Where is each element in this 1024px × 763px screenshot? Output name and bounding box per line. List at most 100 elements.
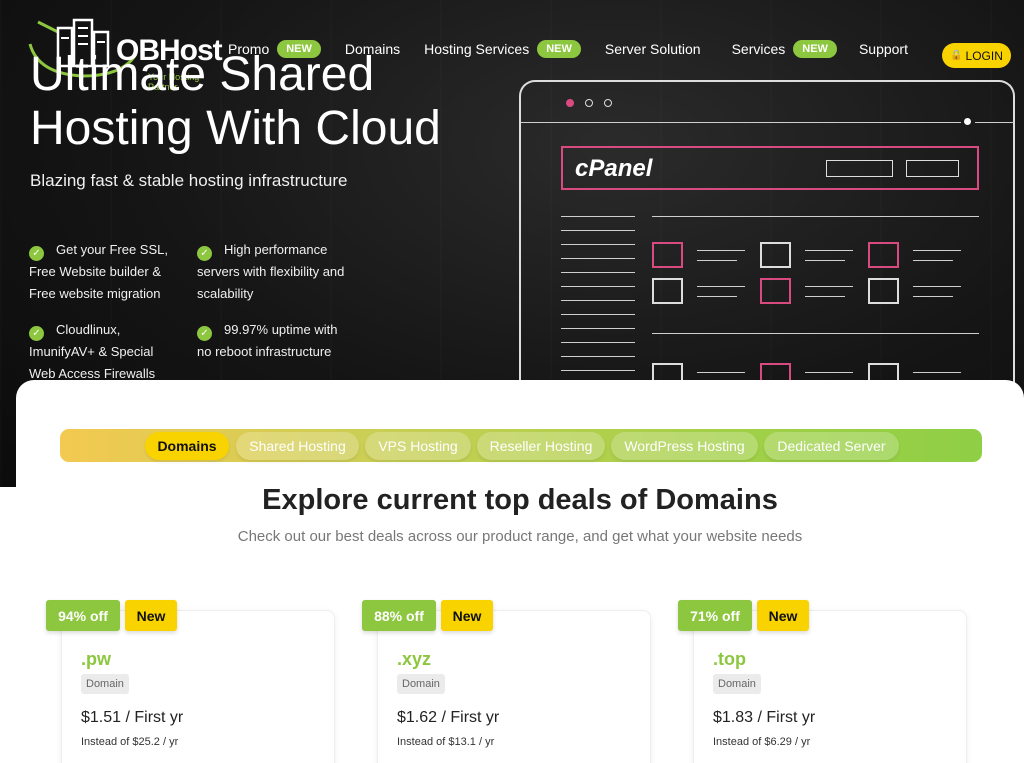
sidebar-line [561, 370, 635, 371]
original-price: Instead of $13.1 / yr [397, 736, 495, 748]
price: $1.62 / First yr [397, 709, 500, 726]
check-icon: ✓ [29, 246, 44, 261]
domain-tld: .pw [81, 649, 111, 669]
window-dot [964, 118, 971, 125]
tile-line [805, 372, 853, 373]
deals-section: Domains Shared Hosting VPS Hosting Resel… [16, 380, 1024, 763]
cpanel-header: cPanel [561, 146, 979, 190]
window-dot [566, 99, 574, 107]
check-icon: ✓ [197, 326, 212, 341]
sidebar-line [561, 314, 635, 315]
hero-title-line2: Hosting With Cloud [30, 102, 441, 155]
product-type-chip: Domain [397, 674, 445, 694]
tile-line [913, 250, 961, 251]
sidebar-line [561, 356, 635, 357]
panel-button [906, 160, 959, 177]
hero-subtitle: Blazing fast & stable hosting infrastruc… [30, 171, 348, 190]
divider [521, 122, 961, 123]
new-badge: New [757, 600, 809, 631]
new-badge: NEW [537, 40, 581, 58]
panel-button [826, 160, 893, 177]
panel-tile [652, 278, 683, 304]
hero-title-line1: Ultimate Shared [30, 48, 375, 101]
tab-reseller-hosting[interactable]: Reseller Hosting [477, 432, 605, 460]
deals-subtitle: Check out our best deals across our prod… [237, 528, 803, 545]
hero-title: Ultimate Shared Hosting With Cloud [30, 48, 490, 156]
feature-text: High performance servers with flexibilit… [197, 242, 345, 301]
nav-item-support[interactable]: Support [859, 41, 908, 57]
product-type-chip: Domain [81, 674, 129, 694]
tile-line [697, 286, 745, 287]
feature-item: ✓ 99.97% uptime with no reboot infrastruc… [197, 319, 347, 363]
tab-vps-hosting[interactable]: VPS Hosting [365, 432, 471, 460]
original-price: Instead of $6.29 / yr [713, 736, 811, 748]
tab-dedicated-server[interactable]: Dedicated Server [764, 432, 899, 460]
feature-item: ✓ Get your Free SSL, Free Website builder… [29, 239, 179, 305]
new-badge: New [441, 600, 493, 631]
sidebar-line [561, 300, 635, 301]
tile-line [805, 250, 853, 251]
login-label: LOGIN [965, 48, 1003, 63]
product-type-chip: Domain [713, 674, 761, 694]
nav-item-label: Server Solution [604, 41, 701, 57]
tile-line [697, 296, 737, 297]
original-price: Instead of $25.2 / yr [81, 736, 179, 748]
tile-line [913, 296, 953, 297]
tab-wordpress-hosting[interactable]: WordPress Hosting [611, 432, 758, 460]
nav-item-server-solution[interactable]: Server Solution [605, 41, 701, 57]
domain-tld: .xyz [397, 649, 432, 669]
window-dot [585, 99, 593, 107]
check-icon: ✓ [29, 326, 44, 341]
check-icon: ✓ [197, 246, 212, 261]
domain-deal-card[interactable]: 71% off New .top Domain $1.83 / First yr… [678, 600, 967, 763]
cpanel-logo: cPanel [575, 155, 653, 182]
nav-item-label: Support [858, 41, 908, 57]
panel-tile [760, 278, 791, 304]
sidebar-line [561, 328, 635, 329]
divider [652, 216, 979, 217]
nav-item-label: Services [731, 41, 786, 57]
price: $1.51 / First yr [81, 709, 184, 726]
tab-shared-hosting[interactable]: Shared Hosting [236, 432, 359, 460]
tile-line [805, 286, 853, 287]
product-tabs: Domains Shared Hosting VPS Hosting Resel… [60, 429, 982, 462]
tile-line [697, 372, 745, 373]
domain-deal-card[interactable]: 94% off New .pw Domain $1.51 / First yr … [46, 600, 335, 763]
panel-tile [868, 242, 899, 268]
sidebar-line [561, 244, 635, 245]
tile-line [913, 372, 961, 373]
feature-text: Cloudlinux, ImunifyAV+ & Special Web Acc… [29, 322, 156, 381]
sidebar-line [561, 230, 635, 231]
feature-item: ✓ Cloudlinux, ImunifyAV+ & Special Web Ac… [29, 319, 179, 385]
new-badge: New [125, 600, 177, 631]
new-badge: NEW [793, 40, 837, 58]
monitor-illustration: cPanel [519, 80, 1015, 400]
nav-item-services[interactable]: Services NEW [732, 40, 837, 58]
panel-tile [868, 278, 899, 304]
feature-item: ✓ High performance servers with flexibili… [197, 239, 347, 305]
discount-badge: 94% off [46, 600, 120, 631]
login-button[interactable]: 🔒 LOGIN [942, 43, 1011, 68]
feature-text: Get your Free SSL, Free Website builder … [29, 242, 168, 301]
divider [652, 333, 979, 334]
deals-title: Explore current top deals of Domains [262, 484, 778, 516]
panel-tile [652, 242, 683, 268]
tile-line [697, 250, 745, 251]
window-dot [604, 99, 612, 107]
tile-line [697, 260, 737, 261]
sidebar-line [561, 272, 635, 273]
panel-tile [760, 242, 791, 268]
tab-domains[interactable]: Domains [145, 432, 229, 460]
divider [975, 122, 1015, 123]
sidebar-line [561, 342, 635, 343]
sidebar-line [561, 286, 635, 287]
tile-line [913, 260, 953, 261]
feature-text: 99.97% uptime with no reboot infrastruct… [197, 322, 338, 359]
discount-badge: 88% off [362, 600, 436, 631]
domain-deal-card[interactable]: 88% off New .xyz Domain $1.62 / First yr… [362, 600, 651, 763]
sidebar-line [561, 258, 635, 259]
lock-icon: 🔒 [950, 50, 963, 61]
sidebar-line [561, 216, 635, 217]
price: $1.83 / First yr [713, 709, 816, 726]
tile-line [805, 296, 845, 297]
